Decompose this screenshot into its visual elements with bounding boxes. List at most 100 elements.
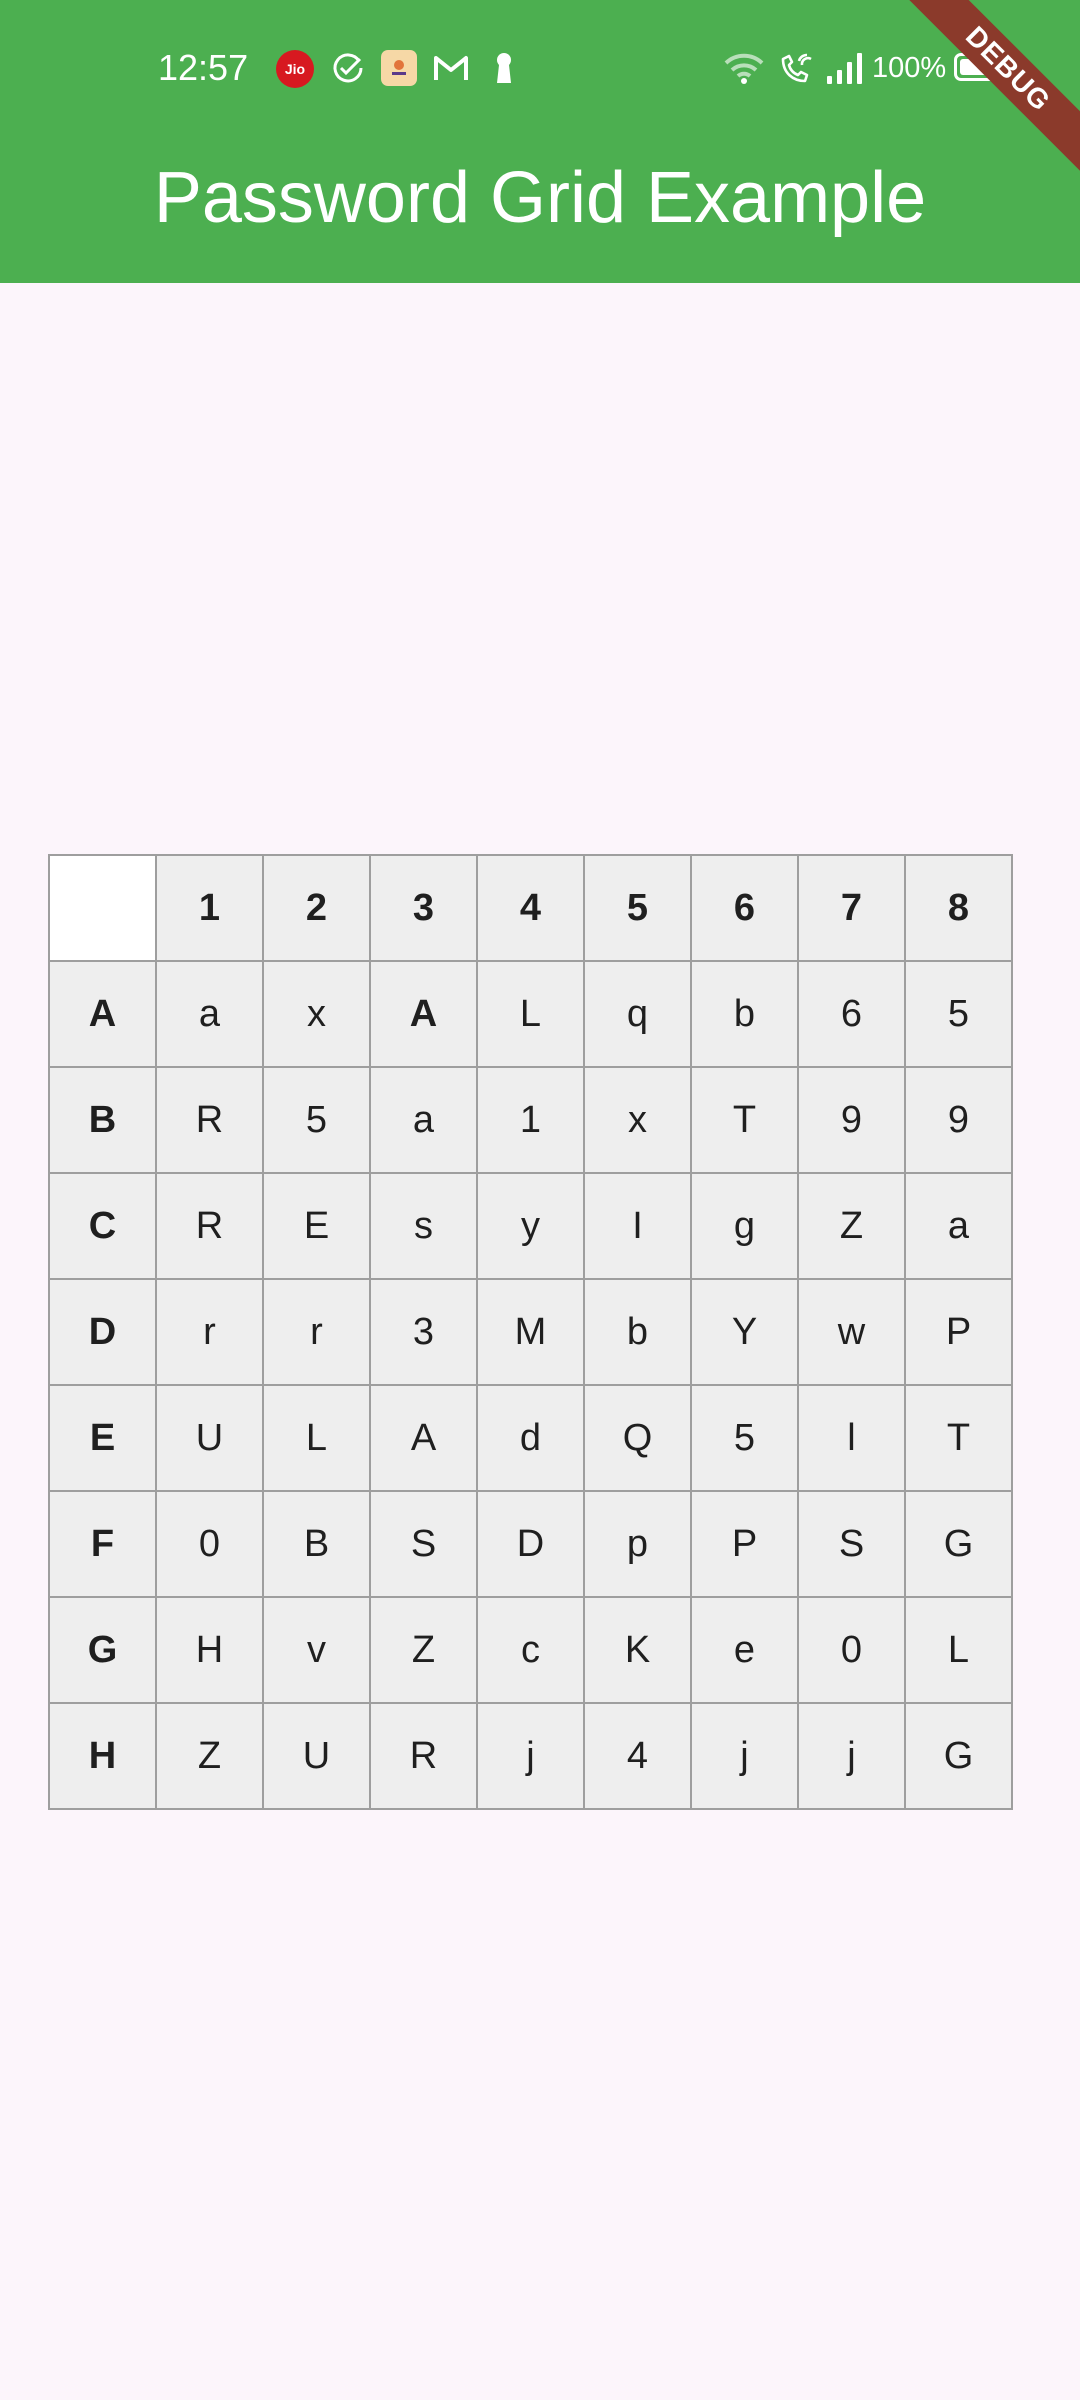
grid-cell[interactable]: S xyxy=(797,1490,906,1598)
row-header: B xyxy=(48,1066,157,1174)
grid-cell[interactable]: 5 xyxy=(904,960,1013,1068)
gmail-icon xyxy=(433,50,469,86)
grid-cell[interactable]: 5 xyxy=(690,1384,799,1492)
grid-cell[interactable]: Y xyxy=(690,1278,799,1386)
grid-cell[interactable]: R xyxy=(155,1066,264,1174)
grid-cell[interactable]: T xyxy=(690,1066,799,1174)
grid-cell[interactable]: M xyxy=(476,1278,585,1386)
grid-cell[interactable]: L xyxy=(476,960,585,1068)
grid-corner-cell xyxy=(48,854,157,962)
grid-cell[interactable]: B xyxy=(262,1490,371,1598)
grid-cell[interactable]: R xyxy=(155,1172,264,1280)
grid-cell[interactable]: Q xyxy=(583,1384,692,1492)
grid-cell[interactable]: b xyxy=(690,960,799,1068)
grid-cell[interactable]: r xyxy=(262,1278,371,1386)
grid-cell[interactable]: g xyxy=(690,1172,799,1280)
grid-cell[interactable]: H xyxy=(155,1596,264,1704)
grid-cell[interactable]: p xyxy=(583,1490,692,1598)
grid-cell[interactable]: Z xyxy=(369,1596,478,1704)
column-header: 2 xyxy=(262,854,371,962)
column-header: 3 xyxy=(369,854,478,962)
grid-cell[interactable]: E xyxy=(262,1172,371,1280)
grid-cell[interactable]: x xyxy=(583,1066,692,1174)
grid-cell[interactable]: L xyxy=(904,1596,1013,1704)
row-header: C xyxy=(48,1172,157,1280)
grid-row: EULAdQ5lT xyxy=(48,1384,1013,1492)
grid-cell[interactable]: q xyxy=(583,960,692,1068)
grid-cell[interactable]: S xyxy=(369,1490,478,1598)
grid-cell[interactable]: A xyxy=(369,960,478,1068)
grid-cell[interactable]: 6 xyxy=(797,960,906,1068)
grid-cell[interactable]: v xyxy=(262,1596,371,1704)
battery-percent: 100% xyxy=(872,52,947,84)
grid-row: CREsyIgZa xyxy=(48,1172,1013,1280)
row-header: F xyxy=(48,1490,157,1598)
row-header: G xyxy=(48,1596,157,1704)
grid-cell[interactable]: 3 xyxy=(369,1278,478,1386)
grid-cell[interactable]: K xyxy=(583,1596,692,1704)
grid-cell[interactable]: s xyxy=(369,1172,478,1280)
column-header: 5 xyxy=(583,854,692,962)
grid-cell[interactable]: b xyxy=(583,1278,692,1386)
grid-row: Drr3MbYwP xyxy=(48,1278,1013,1386)
row-header: A xyxy=(48,960,157,1068)
column-header: 6 xyxy=(690,854,799,962)
grid-cell[interactable]: a xyxy=(904,1172,1013,1280)
keyhole-icon xyxy=(486,50,522,86)
signal-icon xyxy=(826,50,866,86)
grid-cell[interactable]: 9 xyxy=(904,1066,1013,1174)
grid-cell[interactable]: G xyxy=(904,1702,1013,1810)
grid-cell[interactable]: Z xyxy=(797,1172,906,1280)
jio-icon: Jio xyxy=(276,50,314,88)
grid-cell[interactable]: j xyxy=(690,1702,799,1810)
grid-cell[interactable]: c xyxy=(476,1596,585,1704)
grid-row: BR5a1xT99 xyxy=(48,1066,1013,1174)
status-bar: 12:57 Jio 100% xyxy=(0,0,1080,120)
grid-cell[interactable]: U xyxy=(155,1384,264,1492)
grid-cell[interactable]: Z xyxy=(155,1702,264,1810)
grid-cell[interactable]: P xyxy=(690,1490,799,1598)
grid-cell[interactable]: A xyxy=(369,1384,478,1492)
grid-cell[interactable]: a xyxy=(369,1066,478,1174)
grid-cell[interactable]: w xyxy=(797,1278,906,1386)
grid-cell[interactable]: r xyxy=(155,1278,264,1386)
grid-cell[interactable]: U xyxy=(262,1702,371,1810)
grid-row: HZURj4jjG xyxy=(48,1702,1013,1810)
column-header: 8 xyxy=(904,854,1013,962)
grid-cell[interactable]: R xyxy=(369,1702,478,1810)
row-header: H xyxy=(48,1702,157,1810)
grid-cell[interactable]: D xyxy=(476,1490,585,1598)
grid-cell[interactable]: x xyxy=(262,960,371,1068)
grid-header-row: 12345678 xyxy=(48,854,1013,962)
grid-cell[interactable]: a xyxy=(155,960,264,1068)
grid-cell[interactable]: 9 xyxy=(797,1066,906,1174)
grid-row: GHvZcKe0L xyxy=(48,1596,1013,1704)
check-circle-icon xyxy=(330,50,366,86)
grid-cell[interactable]: L xyxy=(262,1384,371,1492)
grid-row: AaxALqb65 xyxy=(48,960,1013,1068)
row-header: E xyxy=(48,1384,157,1492)
grid-cell[interactable]: 4 xyxy=(583,1702,692,1810)
grid-cell[interactable]: j xyxy=(476,1702,585,1810)
page-title: Password Grid Example xyxy=(153,158,927,238)
grid-cell[interactable]: T xyxy=(904,1384,1013,1492)
column-header: 4 xyxy=(476,854,585,962)
grid-cell[interactable]: d xyxy=(476,1384,585,1492)
grid-cell[interactable]: 0 xyxy=(155,1490,264,1598)
column-header: 7 xyxy=(797,854,906,962)
grid-cell[interactable]: 0 xyxy=(797,1596,906,1704)
grid-row: F0BSDpPSG xyxy=(48,1490,1013,1598)
grid-cell[interactable]: P xyxy=(904,1278,1013,1386)
wifi-icon xyxy=(724,50,764,86)
grid-cell[interactable]: 1 xyxy=(476,1066,585,1174)
grid-cell[interactable]: G xyxy=(904,1490,1013,1598)
column-header: 1 xyxy=(155,854,264,962)
grid-cell[interactable]: I xyxy=(583,1172,692,1280)
grid-cell[interactable]: 5 xyxy=(262,1066,371,1174)
grid-cell[interactable]: e xyxy=(690,1596,799,1704)
password-grid: 12345678AaxALqb65BR5a1xT99CREsyIgZaDrr3M… xyxy=(48,854,1013,1810)
grid-cell[interactable]: y xyxy=(476,1172,585,1280)
app-icon xyxy=(381,50,417,86)
grid-cell[interactable]: j xyxy=(797,1702,906,1810)
grid-cell[interactable]: l xyxy=(797,1384,906,1492)
